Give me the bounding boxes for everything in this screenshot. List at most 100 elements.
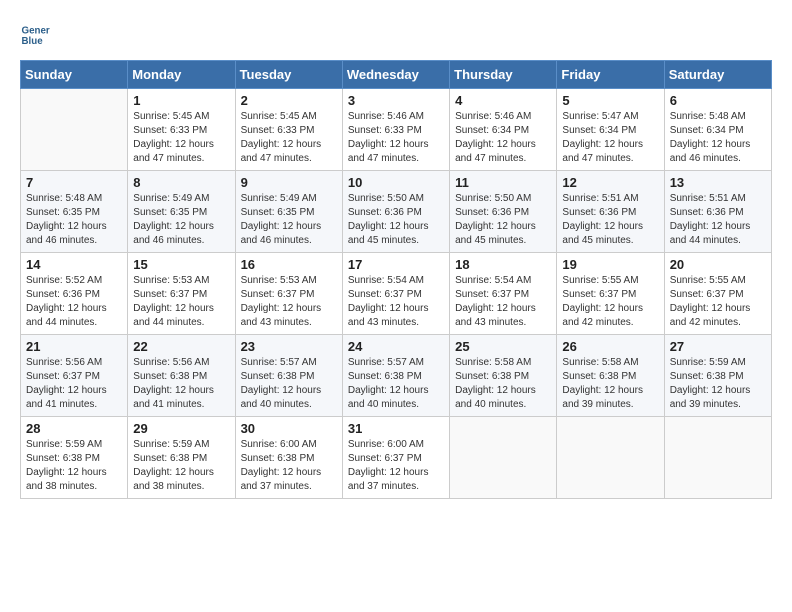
day-number: 23 [241, 339, 337, 354]
calendar-cell: 16 Sunrise: 5:53 AM Sunset: 6:37 PM Dayli… [235, 253, 342, 335]
calendar-cell: 14 Sunrise: 5:52 AM Sunset: 6:36 PM Dayli… [21, 253, 128, 335]
header: General Blue [20, 20, 772, 50]
day-number: 29 [133, 421, 229, 436]
day-info: Sunrise: 5:45 AM Sunset: 6:33 PM Dayligh… [133, 110, 229, 166]
day-info: Sunrise: 5:59 AM Sunset: 6:38 PM Dayligh… [133, 438, 229, 494]
day-number: 30 [241, 421, 337, 436]
day-info: Sunrise: 5:51 AM Sunset: 6:36 PM Dayligh… [562, 192, 658, 248]
week-row-3: 14 Sunrise: 5:52 AM Sunset: 6:36 PM Dayli… [21, 253, 772, 335]
day-info: Sunrise: 5:59 AM Sunset: 6:38 PM Dayligh… [26, 438, 122, 494]
day-number: 14 [26, 257, 122, 272]
day-number: 28 [26, 421, 122, 436]
week-row-2: 7 Sunrise: 5:48 AM Sunset: 6:35 PM Daylig… [21, 171, 772, 253]
calendar-cell [557, 417, 664, 499]
day-number: 12 [562, 175, 658, 190]
day-info: Sunrise: 5:53 AM Sunset: 6:37 PM Dayligh… [133, 274, 229, 330]
day-info: Sunrise: 5:53 AM Sunset: 6:37 PM Dayligh… [241, 274, 337, 330]
day-info: Sunrise: 5:50 AM Sunset: 6:36 PM Dayligh… [455, 192, 551, 248]
calendar-cell: 31Sunrise: 6:00 AM Sunset: 6:37 PM Dayli… [342, 417, 449, 499]
calendar-table: SundayMondayTuesdayWednesdayThursdayFrid… [20, 60, 772, 499]
day-info: Sunrise: 5:57 AM Sunset: 6:38 PM Dayligh… [241, 356, 337, 412]
calendar-cell: 11 Sunrise: 5:50 AM Sunset: 6:36 PM Dayli… [450, 171, 557, 253]
day-number: 5 [562, 93, 658, 108]
calendar-cell: 6Sunrise: 5:48 AM Sunset: 6:34 PM Daylig… [664, 89, 771, 171]
day-info: Sunrise: 5:55 AM Sunset: 6:37 PM Dayligh… [562, 274, 658, 330]
calendar-cell: 12 Sunrise: 5:51 AM Sunset: 6:36 PM Dayli… [557, 171, 664, 253]
weekday-header-friday: Friday [557, 61, 664, 89]
day-number: 26 [562, 339, 658, 354]
calendar-cell: 29 Sunrise: 5:59 AM Sunset: 6:38 PM Dayli… [128, 417, 235, 499]
calendar-cell: 3 Sunrise: 5:46 AM Sunset: 6:33 PM Daylig… [342, 89, 449, 171]
calendar-cell: 27 Sunrise: 5:59 AM Sunset: 6:38 PM Dayli… [664, 335, 771, 417]
day-info: Sunrise: 5:55 AM Sunset: 6:37 PM Dayligh… [670, 274, 766, 330]
day-number: 27 [670, 339, 766, 354]
day-info: Sunrise: 5:46 AM Sunset: 6:34 PM Dayligh… [455, 110, 551, 166]
day-number: 15 [133, 257, 229, 272]
calendar-cell: 20 Sunrise: 5:55 AM Sunset: 6:37 PM Dayli… [664, 253, 771, 335]
calendar-cell: 24 Sunrise: 5:57 AM Sunset: 6:38 PM Dayli… [342, 335, 449, 417]
day-number: 2 [241, 93, 337, 108]
calendar-cell: 17Sunrise: 5:54 AM Sunset: 6:37 PM Dayli… [342, 253, 449, 335]
calendar-cell: 9 Sunrise: 5:49 AM Sunset: 6:35 PM Daylig… [235, 171, 342, 253]
day-info: Sunrise: 5:49 AM Sunset: 6:35 PM Dayligh… [241, 192, 337, 248]
calendar-cell: 5 Sunrise: 5:47 AM Sunset: 6:34 PM Daylig… [557, 89, 664, 171]
day-info: Sunrise: 5:54 AM Sunset: 6:37 PM Dayligh… [455, 274, 551, 330]
weekday-header-sunday: Sunday [21, 61, 128, 89]
calendar-cell: 25 Sunrise: 5:58 AM Sunset: 6:38 PM Dayli… [450, 335, 557, 417]
week-row-1: 1 Sunrise: 5:45 AM Sunset: 6:33 PM Daylig… [21, 89, 772, 171]
calendar-cell: 22 Sunrise: 5:56 AM Sunset: 6:38 PM Dayli… [128, 335, 235, 417]
day-number: 1 [133, 93, 229, 108]
weekday-header-row: SundayMondayTuesdayWednesdayThursdayFrid… [21, 61, 772, 89]
calendar-cell [21, 89, 128, 171]
day-info: Sunrise: 5:51 AM Sunset: 6:36 PM Dayligh… [670, 192, 766, 248]
day-info: Sunrise: 5:57 AM Sunset: 6:38 PM Dayligh… [348, 356, 444, 412]
day-number: 25 [455, 339, 551, 354]
day-number: 7 [26, 175, 122, 190]
calendar-cell: 19 Sunrise: 5:55 AM Sunset: 6:37 PM Dayli… [557, 253, 664, 335]
day-info: Sunrise: 6:00 AM Sunset: 6:37 PM Dayligh… [348, 438, 444, 494]
day-info: Sunrise: 5:49 AM Sunset: 6:35 PM Dayligh… [133, 192, 229, 248]
day-number: 4 [455, 93, 551, 108]
day-info: Sunrise: 5:45 AM Sunset: 6:33 PM Dayligh… [241, 110, 337, 166]
day-number: 20 [670, 257, 766, 272]
day-number: 9 [241, 175, 337, 190]
calendar-cell: 28 Sunrise: 5:59 AM Sunset: 6:38 PM Dayli… [21, 417, 128, 499]
day-number: 3 [348, 93, 444, 108]
day-info: Sunrise: 5:50 AM Sunset: 6:36 PM Dayligh… [348, 192, 444, 248]
day-number: 11 [455, 175, 551, 190]
day-info: Sunrise: 5:56 AM Sunset: 6:37 PM Dayligh… [26, 356, 122, 412]
calendar-cell: 26Sunrise: 5:58 AM Sunset: 6:38 PM Dayli… [557, 335, 664, 417]
calendar-cell: 21 Sunrise: 5:56 AM Sunset: 6:37 PM Dayli… [21, 335, 128, 417]
calendar-cell: 10 Sunrise: 5:50 AM Sunset: 6:36 PM Dayli… [342, 171, 449, 253]
weekday-header-tuesday: Tuesday [235, 61, 342, 89]
calendar-cell [664, 417, 771, 499]
calendar-cell: 1 Sunrise: 5:45 AM Sunset: 6:33 PM Daylig… [128, 89, 235, 171]
day-info: Sunrise: 5:47 AM Sunset: 6:34 PM Dayligh… [562, 110, 658, 166]
day-info: Sunrise: 5:54 AM Sunset: 6:37 PM Dayligh… [348, 274, 444, 330]
weekday-header-monday: Monday [128, 61, 235, 89]
day-info: Sunrise: 5:56 AM Sunset: 6:38 PM Dayligh… [133, 356, 229, 412]
day-number: 8 [133, 175, 229, 190]
day-number: 21 [26, 339, 122, 354]
calendar-cell: 8 Sunrise: 5:49 AM Sunset: 6:35 PM Daylig… [128, 171, 235, 253]
day-info: Sunrise: 5:52 AM Sunset: 6:36 PM Dayligh… [26, 274, 122, 330]
day-info: Sunrise: 5:48 AM Sunset: 6:35 PM Dayligh… [26, 192, 122, 248]
day-info: Sunrise: 5:58 AM Sunset: 6:38 PM Dayligh… [455, 356, 551, 412]
day-number: 16 [241, 257, 337, 272]
day-number: 24 [348, 339, 444, 354]
logo-icon: General Blue [20, 20, 50, 50]
day-info: Sunrise: 5:59 AM Sunset: 6:38 PM Dayligh… [670, 356, 766, 412]
calendar-cell: 15 Sunrise: 5:53 AM Sunset: 6:37 PM Dayli… [128, 253, 235, 335]
day-info: Sunrise: 5:46 AM Sunset: 6:33 PM Dayligh… [348, 110, 444, 166]
weekday-header-thursday: Thursday [450, 61, 557, 89]
day-number: 19 [562, 257, 658, 272]
weekday-header-wednesday: Wednesday [342, 61, 449, 89]
calendar-cell: 7 Sunrise: 5:48 AM Sunset: 6:35 PM Daylig… [21, 171, 128, 253]
calendar-cell: 18 Sunrise: 5:54 AM Sunset: 6:37 PM Dayli… [450, 253, 557, 335]
svg-text:Blue: Blue [22, 36, 44, 47]
day-info: Sunrise: 5:48 AM Sunset: 6:34 PM Dayligh… [670, 110, 766, 166]
day-number: 18 [455, 257, 551, 272]
day-number: 22 [133, 339, 229, 354]
calendar-cell: 30Sunrise: 6:00 AM Sunset: 6:38 PM Dayli… [235, 417, 342, 499]
day-number: 10 [348, 175, 444, 190]
